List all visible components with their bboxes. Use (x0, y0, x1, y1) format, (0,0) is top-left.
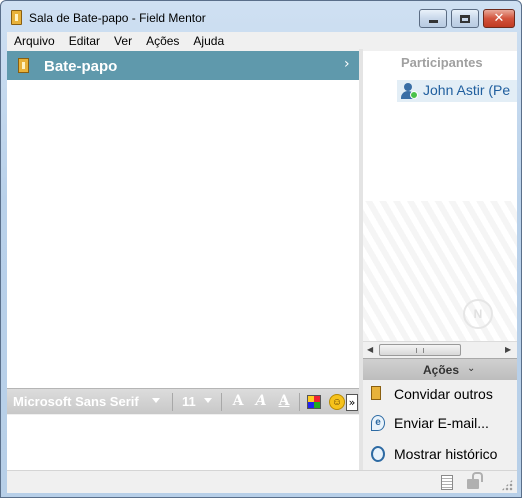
chevron-down-icon[interactable] (152, 398, 160, 403)
status-bar (7, 470, 517, 493)
actions-title: Ações (423, 363, 460, 377)
message-compose-input[interactable] (7, 415, 359, 470)
invite-action[interactable]: Convidar outros (363, 380, 517, 408)
close-button[interactable]: ✕ (483, 9, 515, 28)
chat-header[interactable]: Bate-papo › (7, 51, 359, 80)
chat-transcript[interactable] (7, 80, 359, 388)
underline-button[interactable]: A (276, 393, 292, 411)
scroll-left-icon[interactable]: ◀ (367, 345, 373, 354)
app-icon (11, 10, 22, 25)
menu-arquivo[interactable]: Arquivo (7, 34, 62, 48)
participants-panel: N Participantes John Astir (Pe (363, 51, 517, 341)
menu-bar: Arquivo Editar Ver Ações Ajuda (7, 32, 517, 49)
chevron-right-icon[interactable]: › (344, 56, 350, 72)
user-presence-icon (399, 82, 418, 100)
format-toolbar: Microsoft Sans Serif 11 A A A ☺ » (7, 388, 359, 414)
history-icon (371, 446, 385, 462)
participants-title: Participantes (401, 55, 483, 70)
minimize-icon (428, 20, 438, 23)
actions-header[interactable]: Ações ⌄ (363, 358, 517, 380)
scrollbar-thumb[interactable] (379, 344, 461, 356)
invite-label: Convidar outros (394, 386, 493, 402)
close-icon: ✕ (493, 11, 505, 26)
minimize-button[interactable] (419, 9, 447, 28)
chat-room-icon (18, 58, 29, 73)
italic-button[interactable]: A (253, 393, 269, 411)
toolbar-divider (221, 393, 222, 411)
email-icon: e (371, 415, 385, 431)
chat-window: Sala de Bate-papo - Field Mentor ✕ Arqui… (0, 0, 522, 498)
unlock-icon[interactable] (467, 472, 483, 489)
actions-list: Convidar outros e Enviar E-mail... Mostr… (363, 380, 517, 470)
menu-acoes[interactable]: Ações (139, 34, 186, 48)
send-email-action[interactable]: e Enviar E-mail... (363, 409, 517, 437)
resize-grip[interactable] (501, 479, 513, 491)
chat-title: Bate-papo (44, 58, 118, 75)
document-icon[interactable] (441, 475, 453, 490)
horizontal-scrollbar[interactable]: ◀ ▶ (363, 341, 517, 358)
menu-ajuda[interactable]: Ajuda (186, 34, 231, 48)
maximize-button[interactable] (451, 9, 479, 28)
toolbar-divider (299, 393, 300, 411)
client-area: Bate-papo › Microsoft Sans Serif 11 A A … (7, 49, 517, 493)
menu-ver[interactable]: Ver (107, 34, 139, 48)
decorative-background (363, 201, 517, 341)
bold-button[interactable]: A (230, 393, 246, 411)
participant-name[interactable]: John Astir (Pe (423, 82, 510, 98)
chevron-down-icon[interactable]: ⌄ (467, 363, 475, 374)
watermark-logo: N (463, 299, 493, 329)
text-color-icon[interactable] (307, 395, 321, 409)
invite-icon (371, 386, 381, 400)
toolbar-divider (172, 393, 173, 411)
font-size-select[interactable]: 11 (182, 394, 196, 409)
menu-editar[interactable]: Editar (62, 34, 107, 48)
scroll-right-icon[interactable]: ▶ (505, 345, 511, 354)
show-history-label: Mostrar histórico (394, 446, 498, 462)
title-bar[interactable]: Sala de Bate-papo - Field Mentor ✕ (1, 1, 521, 33)
maximize-icon (460, 14, 470, 23)
chevron-down-icon[interactable] (204, 398, 212, 403)
send-email-label: Enviar E-mail... (394, 415, 489, 431)
window-title: Sala de Bate-papo - Field Mentor (29, 11, 206, 25)
show-history-action[interactable]: Mostrar histórico (363, 440, 517, 468)
font-family-select[interactable]: Microsoft Sans Serif (13, 394, 139, 409)
emoticon-icon[interactable]: ☺ (329, 394, 345, 410)
more-tools-button[interactable]: » (346, 394, 358, 411)
